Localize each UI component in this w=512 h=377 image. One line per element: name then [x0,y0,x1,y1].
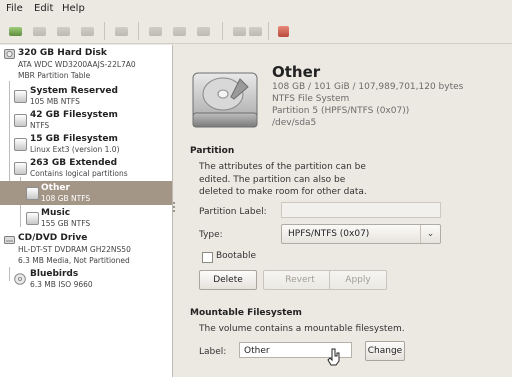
partition-icon [26,212,39,225]
partition-icon [26,187,39,200]
mount-section-title: Mountable Filesystem [190,308,302,318]
type-combo[interactable]: HPFS/NTFS (0x07) ⌄ [281,224,441,244]
disc-icon [14,273,26,285]
optical-drive-icon [4,236,15,244]
volume-label-caption: Label: [199,347,227,357]
partition-label-caption: Partition Label: [199,207,267,217]
revert-button[interactable]: Revert [263,270,337,290]
description-line: edited. The partition can also be [199,174,346,185]
delete-icon[interactable] [54,22,72,40]
tree-item-title: Other [41,183,70,193]
unmount-icon[interactable] [194,22,212,40]
toolbar-separator [268,22,269,40]
partition-section-title: Partition [190,146,235,156]
hard-disk-table: MBR Partition Table [18,71,91,80]
tree-item-system-reserved[interactable]: System Reserved 105 MB NTFS [0,85,172,107]
save-icon[interactable] [170,22,188,40]
chevron-down-icon: ⌄ [420,225,440,243]
tree-item-263gb-extended[interactable]: 263 GB Extended Contains logical partiti… [0,157,172,179]
menu-help[interactable]: Help [62,3,85,14]
device-path: /dev/sda5 [272,118,317,128]
partition-label-field[interactable] [281,202,441,218]
eject-icon[interactable] [30,22,48,40]
bootable-checkbox[interactable] [202,252,213,263]
description-line: deleted to make room for other data. [199,187,367,197]
delete-button[interactable]: Delete [199,270,257,290]
partition-icon [14,162,27,175]
tree-item-sub: 108 GB NTFS [41,194,91,203]
tree-item-title: 42 GB Filesystem [30,110,118,120]
device-partition: Partition 5 (HPFS/NTFS (0x07)) [272,106,410,116]
bootable-label: Bootable [216,251,256,261]
tree-item-title: Bluebirds [30,269,79,279]
device-size: 108 GB / 101 GiB / 107,989,701,120 bytes [272,82,464,92]
cd-drive-title: CD/DVD Drive [18,233,88,243]
description-line: The attributes of the partition can be [199,162,366,172]
tree-item-bluebirds[interactable]: Bluebirds 6.3 MB ISO 9660 [0,269,172,291]
tree-item-title: 15 GB Filesystem [30,134,118,144]
tree-cd-drive[interactable]: CD/DVD Drive HL-DT-ST DVDRAM GH22NS50 6.… [0,231,172,269]
hard-disk-title: 320 GB Hard Disk [18,48,107,58]
partition-description: The attributes of the partition can be e… [199,161,367,199]
tree-item-sub: 105 MB NTFS [30,97,80,106]
tree-item-sub: NTFS [30,121,50,130]
check-icon[interactable] [274,22,292,40]
device-title: Other [272,63,321,81]
tree-item-title: Music [41,208,71,218]
tree-item-sub: Linux Ext3 (version 1.0) [30,145,120,154]
cd-drive-media: 6.3 MB Media, Not Partitioned [18,256,130,265]
new-icon[interactable] [6,22,24,40]
menu-edit[interactable]: Edit [34,3,53,14]
hard-disk-large-icon [192,72,258,128]
hard-disk-icon [4,49,15,59]
device-tree: 320 GB Hard Disk ATA WDC WD3200AAJS-22L7… [0,45,173,377]
apply-button[interactable]: Apply [329,270,387,290]
hard-disk-model: ATA WDC WD3200AAJS-22L7A0 [18,60,136,69]
partition-icon [14,114,27,127]
type-caption: Type: [199,230,223,240]
tree-hard-disk[interactable]: 320 GB Hard Disk ATA WDC WD3200AAJS-22L7… [0,45,172,83]
partition-icon [14,90,27,103]
device-filesystem: NTFS File System [272,94,350,104]
tree-item-15gb[interactable]: 15 GB Filesystem Linux Ext3 (version 1.0… [0,133,172,155]
tree-item-title: System Reserved [30,86,118,96]
restore-icon[interactable] [246,22,264,40]
mount-description: The volume contains a mountable filesyst… [199,324,405,334]
detail-pane: Other 108 GB / 101 GiB / 107,989,701,120… [176,45,512,377]
tree-item-sub: 155 GB NTFS [41,219,91,228]
export-icon[interactable] [78,22,96,40]
toolbar-separator [222,22,223,40]
toolbar-separator [138,22,139,40]
toolbar-separator [104,22,105,40]
import-icon[interactable] [146,22,164,40]
type-value: HPFS/NTFS (0x07) [288,229,370,239]
tree-item-sub: 6.3 MB ISO 9660 [30,280,93,289]
change-button[interactable]: Change [365,341,405,361]
mouse-pointer-icon [327,348,340,366]
menu-file[interactable]: File [6,3,23,14]
tree-item-sub: Contains logical partitions [30,169,128,178]
toolbar [0,19,512,44]
tree-item-title: 263 GB Extended [30,158,118,168]
tree-item-other[interactable]: Other 108 GB NTFS [0,181,172,205]
menu-bar: File Edit Help [0,0,512,18]
tree-item-music[interactable]: Music 155 GB NTFS [0,207,172,229]
tree-item-42gb[interactable]: 42 GB Filesystem NTFS [0,109,172,131]
partition-icon [14,138,27,151]
unlock-icon[interactable] [112,22,130,40]
cd-drive-model: HL-DT-ST DVDRAM GH22NS50 [18,245,131,254]
